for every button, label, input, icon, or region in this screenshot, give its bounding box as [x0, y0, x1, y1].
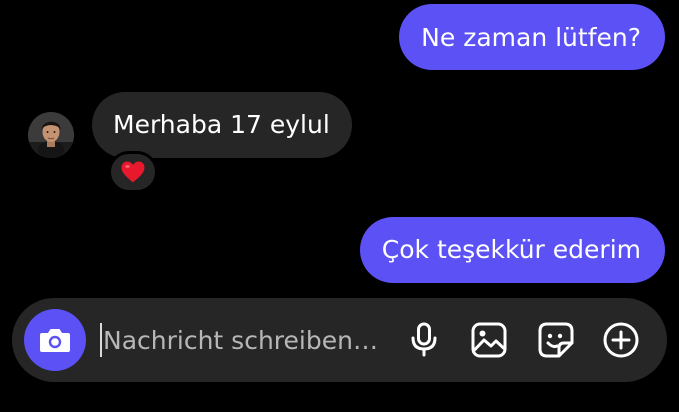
heart-emoji-icon: [121, 161, 145, 183]
plus-circle-icon: [603, 322, 639, 358]
gallery-button[interactable]: [469, 320, 509, 360]
message-text: Ne zaman lütfen?: [421, 23, 641, 52]
microphone-icon: [411, 322, 437, 357]
outgoing-message-bubble[interactable]: Ne zaman lütfen?: [399, 4, 665, 70]
message-text: Çok teşekkür ederim: [381, 235, 641, 264]
message-composer: [12, 298, 667, 382]
voice-message-button[interactable]: [404, 320, 444, 360]
sticker-icon: [538, 322, 574, 358]
contact-profile-photo: [28, 112, 74, 158]
message-thread: Ne zaman lütfen? Merhaba 17 eylul Çok te…: [0, 0, 679, 300]
camera-icon: [40, 329, 70, 352]
outgoing-message-bubble[interactable]: Çok teşekkür ederim: [359, 217, 665, 283]
sticker-button[interactable]: [536, 320, 576, 360]
avatar[interactable]: [28, 112, 74, 158]
message-reaction[interactable]: [108, 151, 158, 193]
incoming-message-bubble[interactable]: Merhaba 17 eylul: [92, 92, 352, 158]
gallery-icon: [471, 322, 507, 358]
more-options-button[interactable]: [601, 320, 641, 360]
message-input[interactable]: [103, 322, 403, 358]
text-cursor: [100, 323, 102, 357]
camera-button[interactable]: [24, 309, 86, 371]
message-text: Merhaba 17 eylul: [113, 110, 330, 139]
